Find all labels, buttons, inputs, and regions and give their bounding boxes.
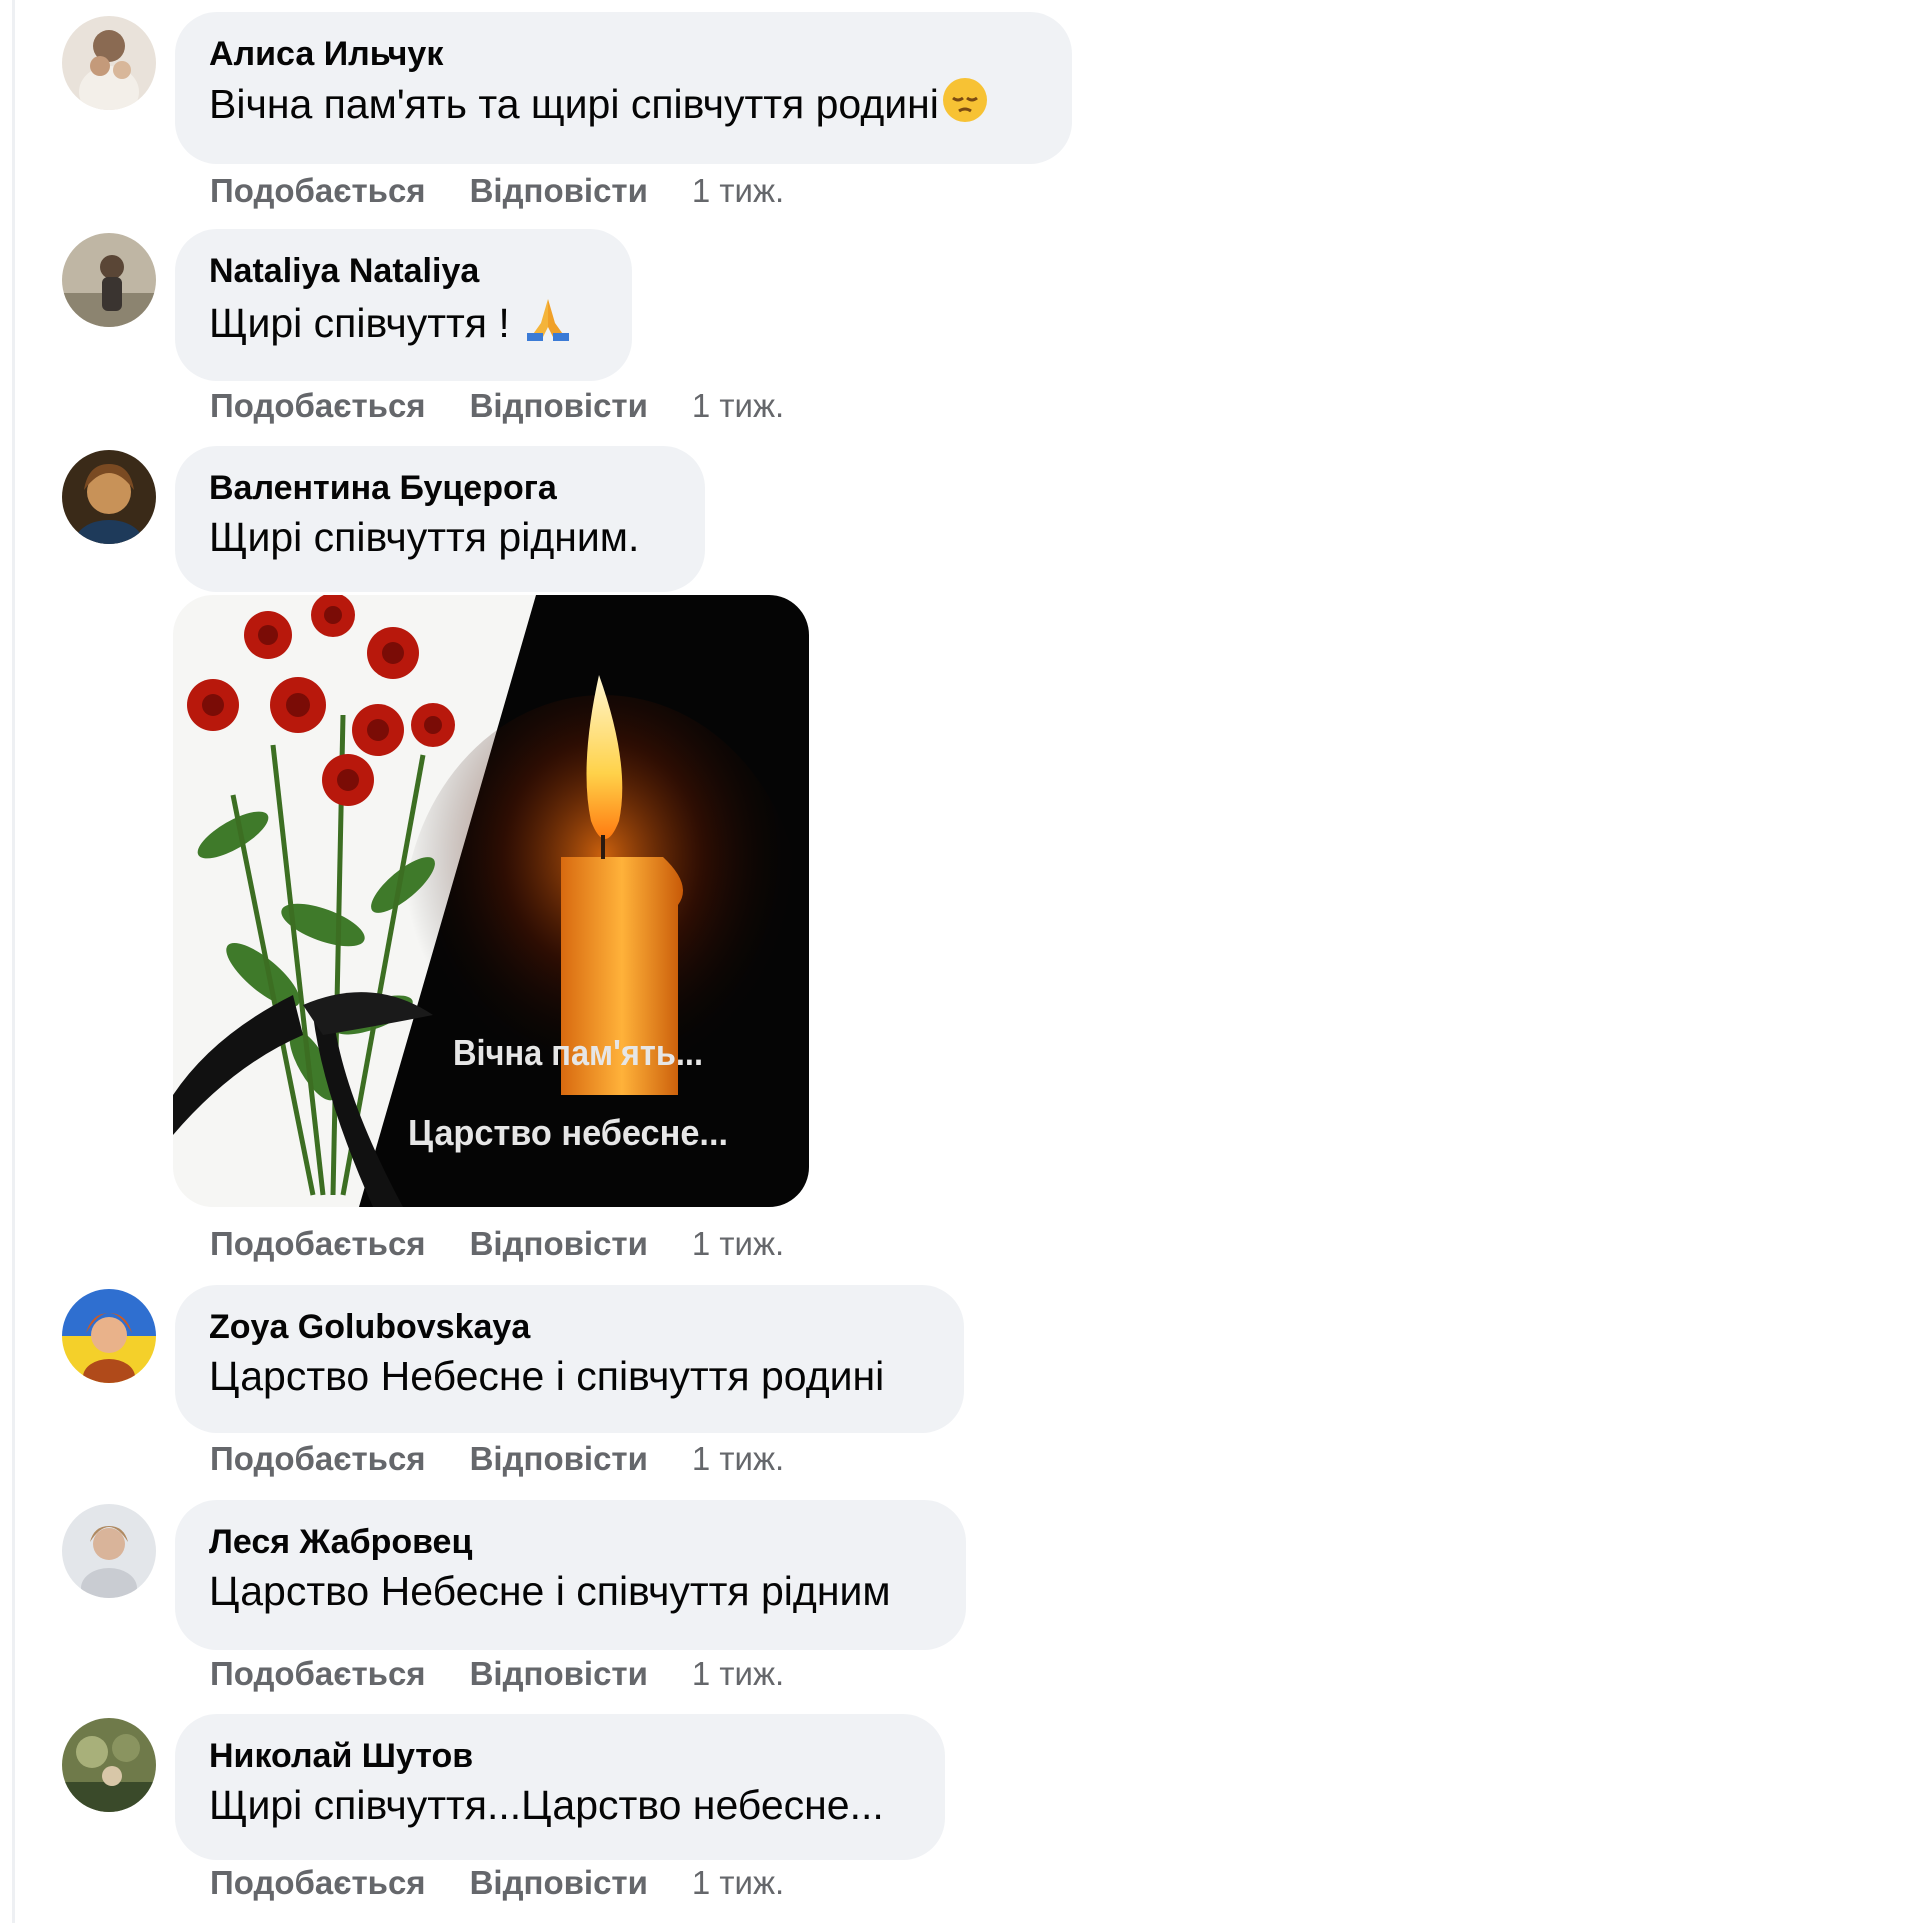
like-button[interactable]: Подобається — [210, 172, 426, 209]
avatar-nikolay[interactable] — [62, 1718, 156, 1812]
avatar-valentina[interactable] — [62, 450, 156, 544]
timestamp[interactable]: 1 тиж. — [692, 172, 784, 209]
comment-actions: Подобається Відповісти 1 тиж. — [210, 1440, 828, 1478]
like-button[interactable]: Подобається — [210, 1440, 426, 1477]
reply-button[interactable]: Відповісти — [470, 1655, 648, 1692]
comment-author[interactable]: Zoya Golubovskaya — [209, 1305, 928, 1349]
reply-button[interactable]: Відповісти — [470, 1864, 648, 1901]
comment-actions: Подобається Відповісти 1 тиж. — [210, 172, 828, 210]
timestamp[interactable]: 1 тиж. — [692, 1440, 784, 1477]
comment-actions: Подобається Відповісти 1 тиж. — [210, 1864, 828, 1902]
condolence-image-attachment[interactable]: Вічна пам'ять... Царство небесне... — [173, 595, 809, 1207]
avatar-zoya[interactable] — [62, 1289, 156, 1383]
comment-author[interactable]: Николай Шутов — [209, 1734, 909, 1778]
comment-text: Царство Небесне і співчуття родині — [209, 1353, 885, 1399]
timestamp[interactable]: 1 тиж. — [692, 1655, 784, 1692]
reply-button[interactable]: Відповісти — [470, 387, 648, 424]
image-caption-line1: Вічна пам'ять... — [453, 1032, 703, 1073]
comment-actions: Подобається Відповісти 1 тиж. — [210, 1225, 828, 1263]
avatar-alisa[interactable] — [62, 16, 156, 110]
timestamp[interactable]: 1 тиж. — [692, 1225, 784, 1262]
comment-bubble: Леся Жабровец Царство Небесне і співчутт… — [175, 1500, 966, 1650]
comment-bubble: Zoya Golubovskaya Царство Небесне і спів… — [175, 1285, 964, 1433]
image-caption-line2: Царство небесне... — [408, 1112, 728, 1153]
reply-button[interactable]: Відповісти — [470, 1225, 648, 1262]
comment-author[interactable]: Валентина Буцерога — [209, 466, 669, 510]
comment-bubble: Николай Шутов Щирі співчуття...Царство н… — [175, 1714, 945, 1860]
comment-text: Щирі співчуття ! — [209, 293, 596, 356]
folded-hands-emoji-icon — [523, 293, 573, 356]
like-button[interactable]: Подобається — [210, 1655, 426, 1692]
comment-body: Вічна пам'ять та щирі співчуття родині — [209, 81, 939, 127]
timestamp[interactable]: 1 тиж. — [692, 387, 784, 424]
comments-page: Алиса Ильчук Вічна пам'ять та щирі співч… — [0, 0, 1920, 1923]
comment-text: Царство Небесне і співчуття рідним — [209, 1568, 891, 1614]
pensive-face-emoji-icon — [941, 76, 989, 137]
comment-bubble: Валентина Буцерога Щирі співчуття рідним… — [175, 446, 705, 592]
comment-text: Щирі співчуття...Царство небесне... — [209, 1782, 884, 1828]
avatar-lesya[interactable] — [62, 1504, 156, 1598]
comment-actions: Подобається Відповісти 1 тиж. — [210, 387, 828, 425]
like-button[interactable]: Подобається — [210, 1864, 426, 1901]
avatar-nataliya[interactable] — [62, 233, 156, 327]
like-button[interactable]: Подобається — [210, 1225, 426, 1262]
comment-author[interactable]: Леся Жабровец — [209, 1520, 930, 1564]
comment-author[interactable]: Алиса Ильчук — [209, 32, 1036, 76]
comment-bubble: Алиса Ильчук Вічна пам'ять та щирі співч… — [175, 12, 1072, 164]
comment-actions: Подобається Відповісти 1 тиж. — [210, 1655, 828, 1693]
thread-divider — [12, 0, 15, 1923]
comment-body: Щирі співчуття ! — [209, 300, 522, 346]
comment-bubble: Nataliya Nataliya Щирі співчуття ! — [175, 229, 632, 381]
timestamp[interactable]: 1 тиж. — [692, 1864, 784, 1901]
comment-text: Щирі співчуття рідним. — [209, 514, 640, 560]
comment-text: Вічна пам'ять та щирі співчуття родині — [209, 76, 1036, 137]
reply-button[interactable]: Відповісти — [470, 172, 648, 209]
like-button[interactable]: Подобається — [210, 387, 426, 424]
reply-button[interactable]: Відповісти — [470, 1440, 648, 1477]
comment-author[interactable]: Nataliya Nataliya — [209, 249, 596, 293]
